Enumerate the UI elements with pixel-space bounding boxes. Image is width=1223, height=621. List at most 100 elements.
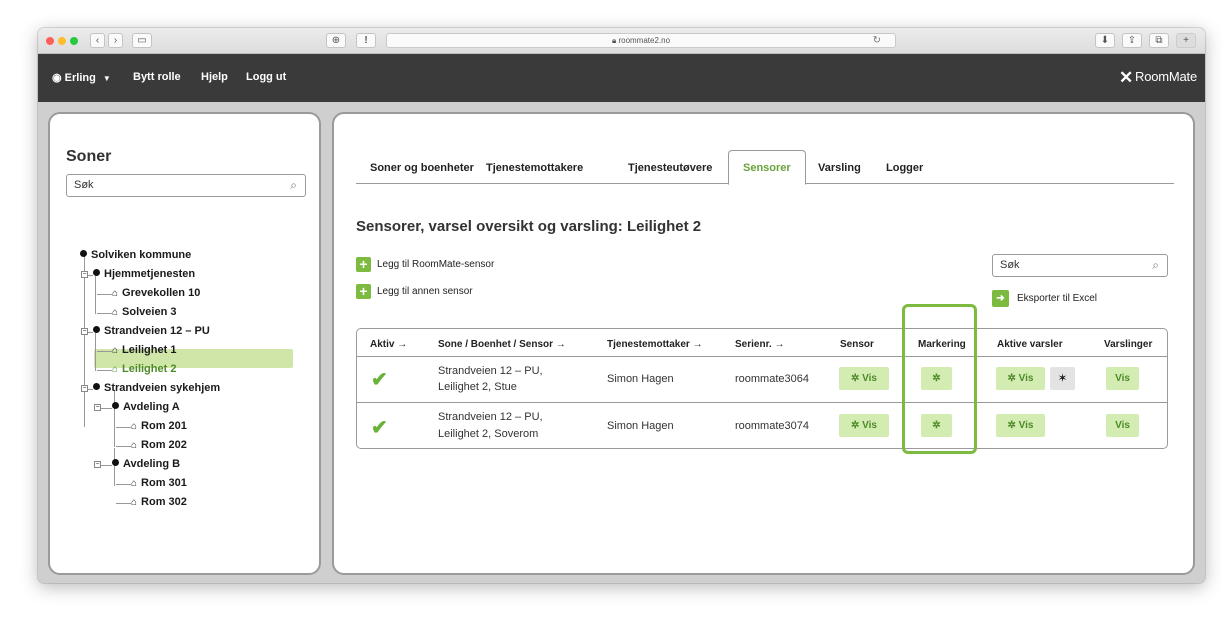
tree-item[interactable]: ⌂ Rom 202 [131,439,187,451]
tree-connector-line [97,294,112,295]
brand-name: RoomMate [1135,69,1197,84]
tree-item[interactable]: ⌂ Rom 301 [131,477,187,489]
tab-logs[interactable]: Logger [886,162,923,174]
brand-logo: ✕ RoomMate [1119,68,1197,88]
reload-icon[interactable]: ↻ [873,34,881,47]
sensor-view-button[interactable]: ✲ Vis [839,414,889,437]
tree-item-label: Leilighet 1 [122,344,177,356]
col-header-zone[interactable]: Sone / Boenhet / Sensor → [438,339,566,350]
forward-icon[interactable]: › [108,33,123,48]
address-bar[interactable]: 🔒︎ roommate2.no ↻ [386,33,896,48]
tree-item[interactable]: ⌂ Rom 302 [131,496,187,508]
search-icon: ⌕ [290,178,297,192]
recipient-name: Simon Hagen [607,420,674,432]
col-header-recipient[interactable]: Tjenestemottaker → [607,339,703,350]
tree-item[interactable]: ⌂ Leilighet 2 [112,363,176,375]
sensor-search-input[interactable]: Søk ⌕ [992,254,1168,277]
tree-item[interactable]: Avdeling B [112,458,180,470]
excel-export-icon: ➜ [992,290,1009,307]
tree-connector-line [97,370,112,371]
sensor-view-button[interactable]: ✲ Vis [839,367,889,390]
tree-item[interactable]: Solviken kommune [80,249,191,261]
zones-search-input[interactable]: Søk ⌕ [66,174,306,197]
zone-bullet-icon [93,269,100,276]
notifications-view-button[interactable]: Vis [1106,367,1139,390]
tree-item[interactable]: Avdeling A [112,401,180,413]
col-header-active[interactable]: Aktiv → [370,339,407,350]
browser-chrome: ‹ › ▭ ⊕ ! 🔒︎ roommate2.no ↻ ⬇ ⇪ ⧉ + [38,28,1205,54]
collapse-toggle-icon[interactable]: − [94,461,101,468]
tab-zones-units[interactable]: Soner og boenheter [370,162,474,174]
active-alerts-view-button[interactable]: ✲ Vis [996,367,1045,390]
col-header-serial[interactable]: Serienr. → [735,339,784,350]
zone-bullet-icon [93,326,100,333]
roommate-logo-icon: ✕ [1118,68,1134,87]
notifications-view-button[interactable]: Vis [1106,414,1139,437]
gear-icon: ✲ [1007,420,1016,431]
sensor-view-label: Vis [862,373,877,384]
marking-settings-button[interactable]: ✲ [921,367,952,390]
minimize-window-icon[interactable] [58,37,66,45]
tree-item[interactable]: Strandveien 12 – PU [93,325,210,337]
caret-down-icon: ▼ [102,74,111,83]
tree-connector-line [97,313,112,314]
tab-service-recipients[interactable]: Tjenestemottakere [486,162,583,174]
gear-icon: ✲ [1007,373,1016,384]
export-excel-button[interactable]: ➜ Eksporter til Excel [992,290,1097,307]
tree-connector-line [116,446,131,447]
tree-item-label: Solveien 3 [122,306,177,318]
tab-notification[interactable]: Varsling [818,162,861,174]
tree-item[interactable]: Strandveien sykehjem [93,382,220,394]
zone-line2: Leilighet 2, Stue [438,381,517,393]
tree-item[interactable]: ⌂ Solveien 3 [112,306,176,318]
help-link[interactable]: Hjelp [201,71,228,83]
logout-link[interactable]: Logg ut [246,71,286,83]
tree-item[interactable]: ⌂ Leilighet 1 [112,344,176,356]
col-header-sensor: Sensor [840,339,874,350]
page-title: Sensorer, varsel oversikt og varsling: L… [356,218,702,235]
back-icon[interactable]: ‹ [90,33,105,48]
zone-line1: Strandveien 12 – PU, [438,411,543,423]
col-header-active-alerts: Aktive varsler [997,339,1063,350]
tree-item[interactable]: Hjemmetjenesten [93,268,195,280]
house-icon: ⌂ [112,288,119,299]
active-alerts-view-button[interactable]: ✲ Vis [996,414,1045,437]
switch-role-link[interactable]: Bytt rolle [133,71,181,83]
col-header-marking: Markering [918,339,966,350]
share-icon[interactable]: ⇪ [1122,33,1142,48]
tree-connector-line [95,276,96,314]
fall-alert-icon[interactable]: ✶ [1050,367,1075,390]
tree-item-label: Solviken kommune [91,249,192,261]
zones-search-placeholder: Søk [74,179,94,191]
user-menu[interactable]: ◉ Erling ▼ [52,71,111,84]
col-header-notifications: Varslinger [1104,339,1153,350]
download-icon[interactable]: ⬇ [1095,33,1115,48]
tab-sensors[interactable]: Sensorer [728,150,806,185]
tree-item-label: Grevekollen 10 [122,287,201,299]
tree-connector-line [116,503,131,504]
tab-service-providers[interactable]: Tjenesteutøvere [628,162,712,174]
marking-settings-button[interactable]: ✲ [921,414,952,437]
sidebar-toggle-icon[interactable]: ▭ [132,33,152,48]
add-other-sensor-button[interactable]: + Legg til annen sensor [356,284,473,299]
tree-item[interactable]: ⌂ Rom 201 [131,420,187,432]
tree-item[interactable]: ⌂ Grevekollen 10 [112,287,200,299]
close-window-icon[interactable] [46,37,54,45]
tree-connector-line [95,333,96,371]
add-roommate-sensor-button[interactable]: + Legg til RoomMate-sensor [356,257,494,272]
tabs-icon[interactable]: ⧉ [1149,33,1169,48]
house-icon: ⌂ [112,307,119,318]
browser-window: ‹ › ▭ ⊕ ! 🔒︎ roommate2.no ↻ ⬇ ⇪ ⧉ + ◉ Er… [38,28,1205,583]
sensor-view-label: Vis [862,420,877,431]
zoom-window-icon[interactable] [70,37,78,45]
collapse-toggle-icon[interactable]: − [81,271,88,278]
main-panel: Soner og boenheter Tjenestemottakere Tje… [332,112,1195,575]
new-tab-icon[interactable]: + [1176,33,1196,48]
collapse-toggle-icon[interactable]: − [81,385,88,392]
collapse-toggle-icon[interactable]: − [81,328,88,335]
gear-icon: ✲ [932,420,941,431]
alert-icon[interactable]: ! [356,33,376,48]
sensor-search-placeholder: Søk [1000,259,1020,271]
extension-icon[interactable]: ⊕ [326,33,346,48]
collapse-toggle-icon[interactable]: − [94,404,101,411]
